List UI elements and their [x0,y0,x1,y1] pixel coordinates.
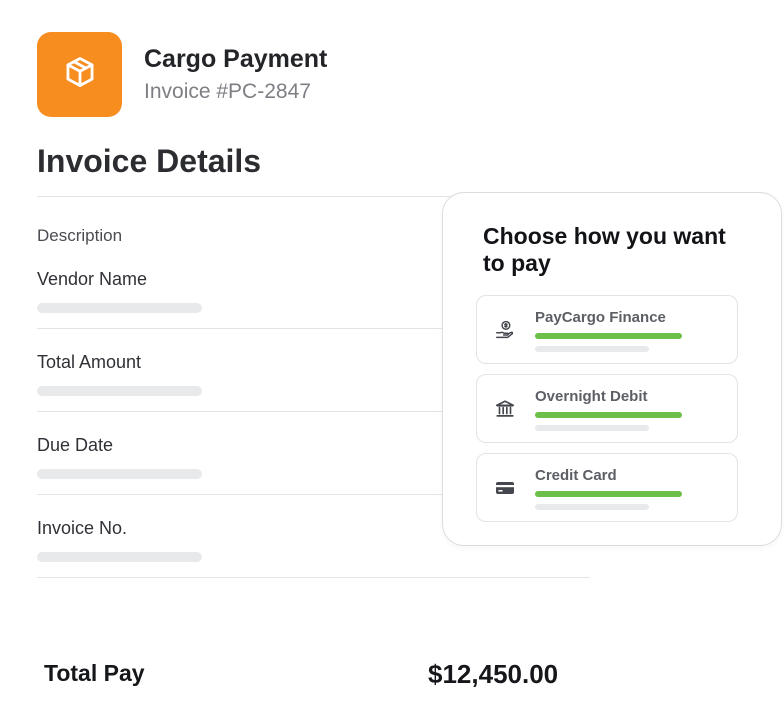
option-label: Credit Card [535,467,617,484]
due-date-placeholder [37,469,202,479]
description-label: Description [37,226,123,245]
option-paycargo-finance[interactable]: PayCargo Finance [476,295,738,364]
option-placeholder [535,425,649,431]
total-pay-amount: $12,450.00 [428,659,559,689]
app-logo [37,32,122,117]
option-progress-bar [535,333,682,339]
invoice-number: Invoice #PC-2847 [144,80,311,103]
package-box-icon [63,55,97,94]
option-placeholder [535,504,649,510]
payment-method-card: Choose how you want to pay PayCargo Fina… [442,192,782,546]
bank-icon [494,398,516,420]
app-title: Cargo Payment [144,45,328,73]
vendor-name-placeholder [37,303,202,313]
invoice-page: Cargo Payment Invoice #PC-2847 Invoice D… [0,0,784,719]
invoice-no-placeholder [37,552,202,562]
payment-heading: Choose how you want to pay [483,223,726,276]
due-date-label: Due Date [37,435,114,455]
total-pay-label: Total Pay [44,660,145,686]
option-label: PayCargo Finance [535,309,666,326]
hand-coin-icon [494,319,516,341]
option-placeholder [535,346,649,352]
option-progress-bar [535,412,682,418]
total-amount-label: Total Amount [37,352,142,372]
invoice-no-label: Invoice No. [37,518,128,538]
section-title: Invoice Details [37,143,262,179]
option-credit-card[interactable]: Credit Card [476,453,738,522]
divider [37,577,590,578]
vendor-name-label: Vendor Name [37,269,148,289]
option-overnight-debit[interactable]: Overnight Debit [476,374,738,443]
credit-card-icon [494,477,516,499]
option-progress-bar [535,491,682,497]
total-amount-placeholder [37,386,202,396]
option-label: Overnight Debit [535,388,648,405]
